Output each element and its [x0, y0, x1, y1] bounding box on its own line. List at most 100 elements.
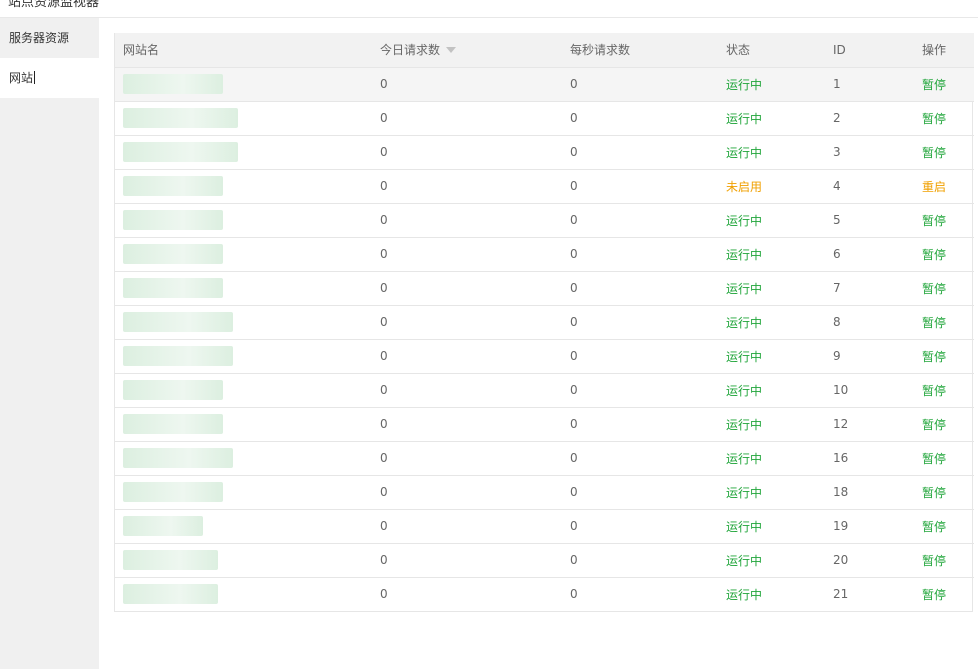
cell-action: 暂停	[922, 509, 974, 543]
pause-button[interactable]: 暂停	[922, 282, 946, 296]
pause-button[interactable]: 暂停	[922, 146, 946, 160]
redacted-site-name[interactable]	[123, 584, 218, 605]
pause-button[interactable]: 暂停	[922, 588, 946, 602]
table-header-row: 网站名 今日请求数 每秒请求数 状态 ID 操作	[115, 33, 974, 67]
pause-button[interactable]: 暂停	[922, 384, 946, 398]
table-row: 0 0 运行中 10 暂停	[115, 373, 974, 407]
top-bar: 站点资源监视器	[0, 0, 978, 18]
sort-down-icon[interactable]	[446, 47, 457, 54]
table-row: 0 0 运行中 6 暂停	[115, 237, 974, 271]
pause-button[interactable]: 暂停	[922, 350, 946, 364]
column-header-label: ID	[833, 42, 846, 57]
cell-name	[115, 305, 380, 339]
status-badge: 运行中	[726, 553, 763, 568]
column-header-label: 网站名	[123, 43, 160, 58]
redacted-site-name[interactable]	[123, 346, 233, 366]
column-header-today-requests[interactable]: 今日请求数	[380, 33, 570, 67]
cell-per-second: 0	[570, 485, 578, 499]
cell-today-requests: 0	[380, 553, 388, 567]
pause-button[interactable]: 暂停	[922, 78, 946, 92]
redacted-site-name[interactable]	[123, 142, 238, 162]
cell-today-requests: 0	[380, 383, 388, 397]
redacted-site-name[interactable]	[123, 516, 203, 536]
cell-id: 1	[833, 77, 841, 91]
redacted-site-name[interactable]	[123, 448, 233, 468]
column-header-label: 每秒请求数	[570, 43, 631, 58]
table-row: 0 0 运行中 9 暂停	[115, 339, 974, 373]
pause-button[interactable]: 暂停	[922, 248, 946, 262]
cell-id: 3	[833, 145, 841, 159]
cell-today-requests: 0	[380, 417, 388, 431]
cell-today-requests: 0	[380, 247, 388, 261]
column-header-status: 状态	[726, 33, 833, 67]
cell-today-requests: 0	[380, 145, 388, 159]
cell-action: 暂停	[922, 577, 974, 611]
sidebar-item-server-resources[interactable]: 服务器资源	[0, 18, 99, 58]
cell-action: 暂停	[922, 237, 974, 271]
sidebar-item-label: 网站	[9, 71, 34, 85]
cell-name	[115, 237, 380, 271]
redacted-site-name[interactable]	[123, 176, 223, 196]
redacted-site-name[interactable]	[123, 482, 223, 502]
redacted-site-name[interactable]	[123, 278, 223, 298]
pause-button[interactable]: 暂停	[922, 418, 946, 432]
cell-action: 暂停	[922, 67, 974, 101]
redacted-site-name[interactable]	[123, 244, 223, 264]
cell-id: 4	[833, 179, 841, 193]
cell-per-second: 0	[570, 281, 578, 295]
status-badge: 运行中	[726, 315, 763, 330]
redacted-site-name[interactable]	[123, 108, 238, 128]
cell-id: 5	[833, 213, 841, 227]
cell-name	[115, 169, 380, 203]
table-row: 0 0 未启用 4 重启	[115, 169, 974, 203]
pause-button[interactable]: 暂停	[922, 112, 946, 126]
column-header-action: 操作	[922, 33, 974, 67]
restart-button[interactable]: 重启	[922, 180, 946, 194]
cell-name	[115, 509, 380, 543]
pause-button[interactable]: 暂停	[922, 316, 946, 330]
cell-id: 2	[833, 111, 841, 125]
cell-per-second: 0	[570, 213, 578, 227]
status-badge: 运行中	[726, 383, 763, 398]
redacted-site-name[interactable]	[123, 74, 223, 94]
redacted-site-name[interactable]	[123, 380, 223, 400]
status-badge: 运行中	[726, 485, 763, 500]
pause-button[interactable]: 暂停	[922, 554, 946, 568]
cell-name	[115, 203, 380, 237]
cell-today-requests: 0	[380, 77, 388, 91]
pause-button[interactable]: 暂停	[922, 214, 946, 228]
sidebar-item-websites[interactable]: 网站	[0, 58, 99, 98]
cell-today-requests: 0	[380, 485, 388, 499]
column-header-label: 状态	[726, 43, 751, 58]
cell-name	[115, 475, 380, 509]
cell-name	[115, 543, 380, 577]
sidebar: 服务器资源 网站	[0, 18, 99, 669]
redacted-site-name[interactable]	[123, 210, 223, 230]
cell-id: 21	[833, 587, 849, 602]
column-header-name: 网站名	[115, 33, 380, 67]
table-row: 0 0 运行中 21 暂停	[115, 577, 974, 611]
table-row: 0 0 运行中 19 暂停	[115, 509, 974, 543]
cell-name	[115, 373, 380, 407]
cell-id: 20	[833, 553, 849, 567]
cell-per-second: 0	[570, 145, 578, 159]
status-badge: 运行中	[726, 417, 763, 432]
redacted-site-name[interactable]	[123, 550, 218, 570]
pause-button[interactable]: 暂停	[922, 452, 946, 466]
pause-button[interactable]: 暂停	[922, 486, 946, 500]
cell-id: 10	[833, 383, 849, 397]
cell-today-requests: 0	[380, 349, 388, 363]
column-header-label: 今日请求数	[380, 43, 441, 58]
cell-name	[115, 339, 380, 373]
cell-per-second: 0	[570, 451, 578, 465]
cell-id: 16	[833, 451, 849, 465]
cell-id: 9	[833, 349, 841, 363]
table-row: 0 0 运行中 5 暂停	[115, 203, 974, 237]
cell-name	[115, 441, 380, 475]
redacted-site-name[interactable]	[123, 414, 223, 434]
pause-button[interactable]: 暂停	[922, 520, 946, 534]
redacted-site-name[interactable]	[123, 312, 233, 332]
table-row: 0 0 运行中 1 暂停	[115, 67, 974, 101]
cell-name	[115, 135, 380, 169]
cell-today-requests: 0	[380, 281, 388, 295]
